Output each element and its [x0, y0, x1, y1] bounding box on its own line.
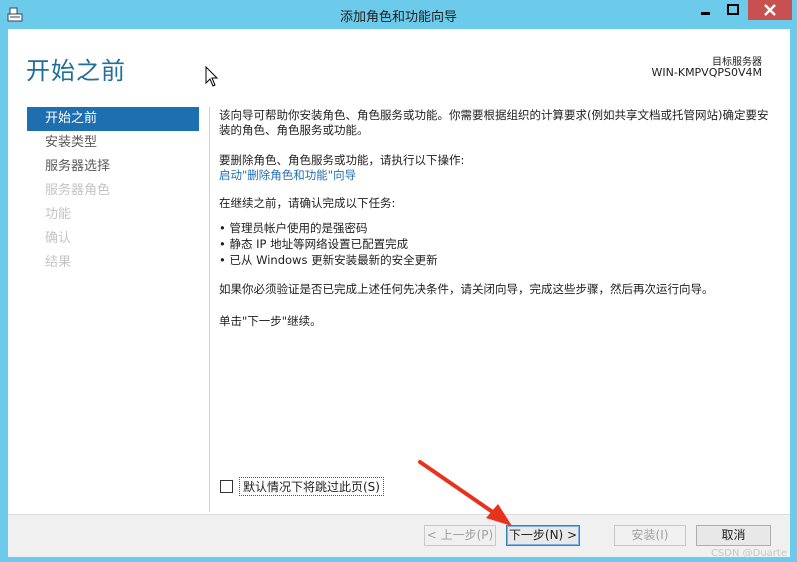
annotation-arrow-icon	[418, 460, 512, 526]
watermark: CSDN @Duarte	[710, 548, 787, 559]
